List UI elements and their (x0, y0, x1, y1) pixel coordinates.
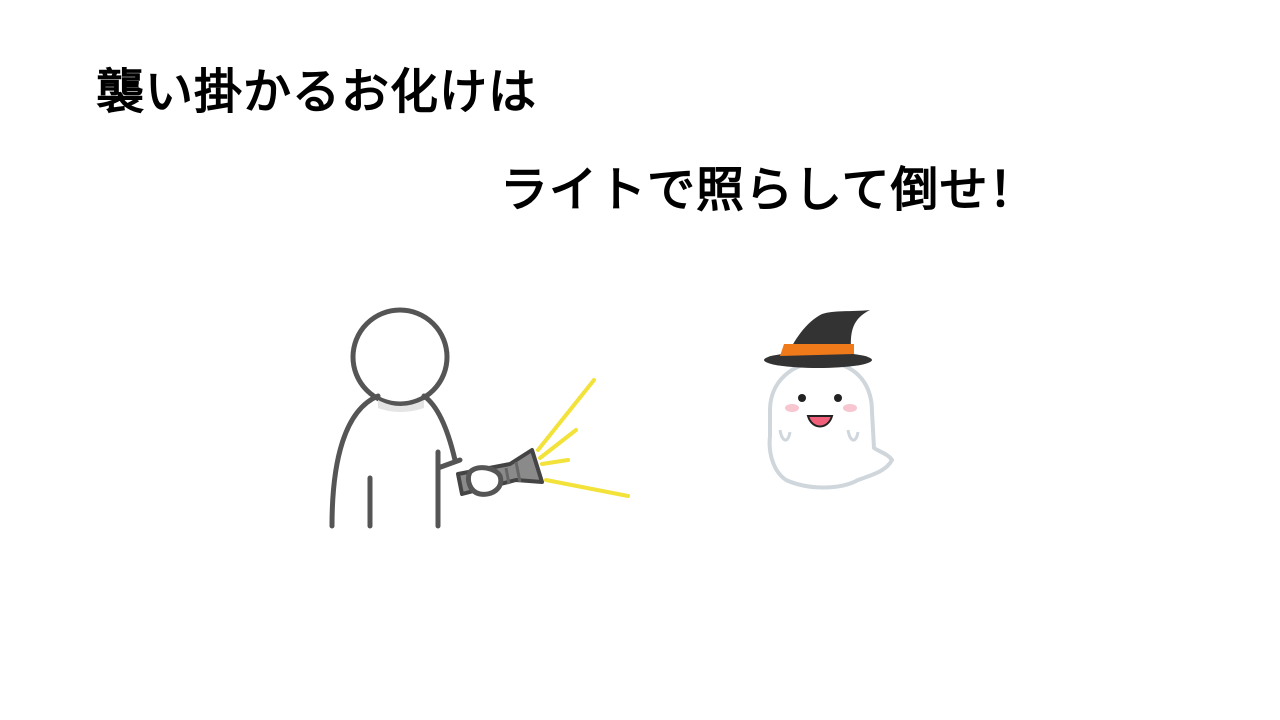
instruction-line-1: 襲い掛かるお化けは (96, 64, 538, 120)
ghost-left-eye (798, 394, 806, 402)
ghost-right-eye (834, 394, 842, 402)
person-arm (435, 457, 463, 471)
person-head (350, 307, 450, 407)
tutorial-screen: 襲い掛かるお化けは ライトで照らして倒せ！ (0, 0, 1280, 720)
hat-band (780, 344, 854, 356)
ghost-left-cheek (785, 404, 799, 412)
ghost-right-cheek (843, 404, 857, 412)
ghost-enemy-illustration (764, 310, 894, 490)
ghost-body (767, 360, 894, 490)
person-hand (465, 465, 504, 497)
person-with-flashlight-illustration (329, 307, 630, 529)
person-body (329, 393, 458, 529)
light-beam-icon (536, 378, 630, 498)
instruction-line-2: ライトで照らして倒せ！ (500, 162, 1038, 218)
